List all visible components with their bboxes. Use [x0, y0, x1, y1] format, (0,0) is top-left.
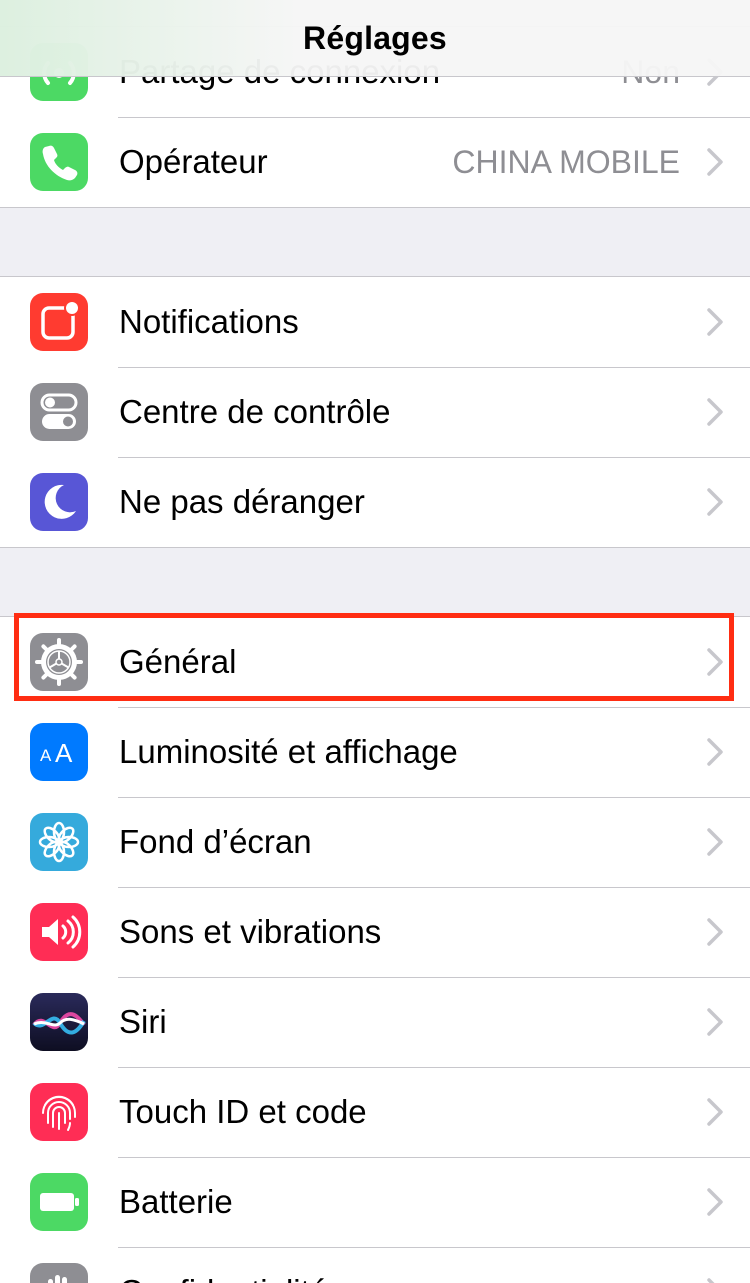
row-label: Ne pas déranger — [119, 483, 365, 520]
row-label: Centre de contrôle — [119, 393, 391, 430]
settings-row-operateur[interactable]: Opérateur CHINA MOBILE — [0, 117, 750, 207]
settings-row-notifications[interactable]: Notifications — [0, 277, 750, 367]
settings-row-ne-pas-deranger[interactable]: Ne pas déranger — [0, 457, 750, 547]
svg-text:A: A — [55, 738, 73, 768]
battery-icon — [30, 1173, 88, 1231]
settings-group-notifications: Notifications Centre de contrôle Ne pas … — [0, 276, 750, 548]
settings-row-general[interactable]: Général — [0, 617, 750, 707]
row-label: Confidentialité — [119, 1247, 328, 1283]
settings-row-sons-et-vibrations[interactable]: Sons et vibrations — [0, 887, 750, 977]
siri-icon — [30, 993, 88, 1051]
row-label: Opérateur — [119, 143, 268, 180]
chevron-right-icon — [707, 648, 723, 676]
settings-row-centre-de-controle[interactable]: Centre de contrôle — [0, 367, 750, 457]
chevron-right-icon — [707, 148, 723, 176]
chevron-right-icon — [707, 1008, 723, 1036]
phone-icon — [30, 133, 88, 191]
moon-icon — [30, 473, 88, 531]
row-label: Général — [119, 643, 237, 680]
settings-row-luminosite-et-affichage[interactable]: A A Luminosité et affichage — [0, 707, 750, 797]
notifications-icon — [30, 293, 88, 351]
settings-group-general: Général A A Luminosité et affichage Fond… — [0, 616, 750, 1283]
row-value: CHINA MOBILE — [452, 144, 680, 180]
chevron-right-icon — [707, 488, 723, 516]
svg-text:A: A — [40, 746, 52, 765]
row-label: Touch ID et code — [119, 1093, 367, 1130]
row-label: Sons et vibrations — [119, 913, 382, 950]
settings-row-fond-d-ecran[interactable]: Fond d’écran — [0, 797, 750, 887]
row-label: Siri — [119, 1003, 167, 1040]
gear-icon — [30, 633, 88, 691]
chevron-right-icon — [707, 1188, 723, 1216]
chevron-right-icon — [707, 398, 723, 426]
settings-row-batterie[interactable]: Batterie — [0, 1157, 750, 1247]
nav-bar-tint — [0, 0, 300, 76]
row-label: Luminosité et affichage — [119, 733, 458, 770]
chevron-right-icon — [707, 1098, 723, 1126]
page-title: Réglages — [303, 19, 447, 56]
chevron-right-icon — [707, 1278, 715, 1283]
settings-row-confidentialite[interactable]: Confidentialité — [0, 1247, 750, 1283]
settings-screen: Réglages Partage de connexion Non Opérat… — [0, 0, 750, 1283]
flower-icon — [30, 813, 88, 871]
chevron-right-icon — [707, 738, 723, 766]
chevron-right-icon — [707, 918, 723, 946]
row-label: Batterie — [119, 1183, 233, 1220]
settings-row-touch-id-et-code[interactable]: Touch ID et code — [0, 1067, 750, 1157]
control-center-icon — [30, 383, 88, 441]
text-size-icon: A A — [30, 723, 88, 781]
chevron-right-icon — [707, 308, 723, 336]
chevron-right-icon — [707, 828, 723, 856]
speaker-icon — [30, 903, 88, 961]
hand-icon — [30, 1263, 88, 1283]
navigation-bar: Réglages — [0, 0, 750, 77]
fingerprint-icon — [30, 1083, 88, 1141]
row-label: Notifications — [119, 303, 299, 340]
settings-row-siri[interactable]: Siri — [0, 977, 750, 1067]
row-label: Fond d’écran — [119, 823, 312, 860]
